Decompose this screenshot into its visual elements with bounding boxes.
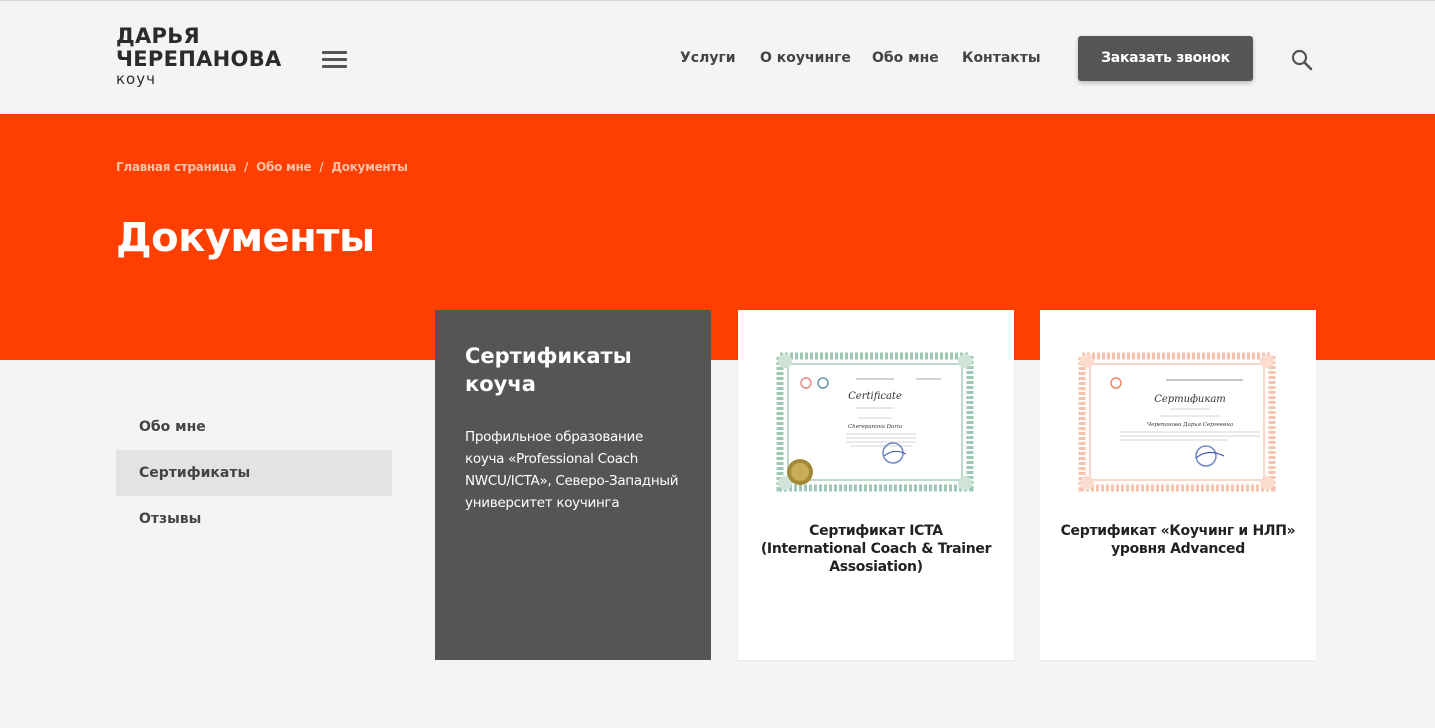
intro-card-text: Профильное образование коуча «Profession… (465, 429, 679, 511)
certificate-heading: Сертификат (1154, 394, 1226, 405)
order-call-button[interactable]: Заказать звонок (1078, 36, 1253, 81)
sidebar-item-reviews[interactable]: Отзывы (116, 496, 392, 542)
nav-link-about-coaching[interactable]: О коучинге (760, 47, 851, 69)
breadcrumb-item-about[interactable]: Обо мне (256, 160, 311, 174)
nav-link-contacts[interactable]: Контакты (962, 47, 1041, 69)
certificate-caption: Сертификат ICTA (International Coach & T… (760, 523, 992, 575)
certificate-heading: Certificate (848, 391, 902, 402)
certificate-thumbnail: Certificate Cherepanova Daria (776, 352, 974, 492)
logo-line-1: ДАРЬЯ (116, 24, 201, 48)
breadcrumb-separator: / (244, 160, 249, 174)
breadcrumb-item-home[interactable]: Главная страница (116, 160, 236, 174)
intro-card-title: Сертификаты коуча (465, 344, 632, 396)
logo[interactable]: ДАРЬЯ ЧЕРЕПАНОВА коуч (116, 25, 286, 91)
sidebar-menu: Обо мне Сертификаты Отзывы (116, 404, 392, 542)
logo-line-2: ЧЕРЕПАНОВА (116, 47, 282, 71)
sidebar-item-about[interactable]: Обо мне (116, 404, 392, 450)
page-title: Документы (116, 215, 375, 261)
site-header: ДАРЬЯ ЧЕРЕПАНОВА коуч Услуги О коучинге … (0, 0, 1435, 114)
certificate-holder-name: Черепанова Дарья Сергеевна (1147, 422, 1233, 428)
breadcrumb-item-current: Документы (331, 160, 408, 174)
sidebar-item-certificates[interactable]: Сертификаты (116, 450, 392, 496)
search-icon[interactable] (1290, 48, 1314, 72)
certificate-caption: Сертификат «Коучинг и НЛП» уровня Advanc… (1060, 523, 1296, 557)
certificate-thumbnail: Сертификат Черепанова Дарья Сергеевна (1078, 352, 1276, 492)
logo-line-3: коуч (116, 70, 156, 88)
certificate-holder-name: Cherepanova Daria (848, 424, 902, 430)
nav-link-about-me[interactable]: Обо мне (872, 47, 939, 69)
certificate-card-icta[interactable]: Certificate Cherepanova Daria Сертификат… (738, 310, 1014, 660)
intro-card: Сертификаты коуча Профильное образование… (435, 310, 711, 660)
breadcrumb: Главная страница / Обо мне / Документы (116, 158, 408, 176)
nav-link-services[interactable]: Услуги (680, 47, 736, 69)
breadcrumb-separator: / (319, 160, 324, 174)
hamburger-menu-icon[interactable] (322, 49, 348, 69)
certificate-card-nlp[interactable]: Сертификат Черепанова Дарья Сергеевна Се… (1040, 310, 1316, 660)
